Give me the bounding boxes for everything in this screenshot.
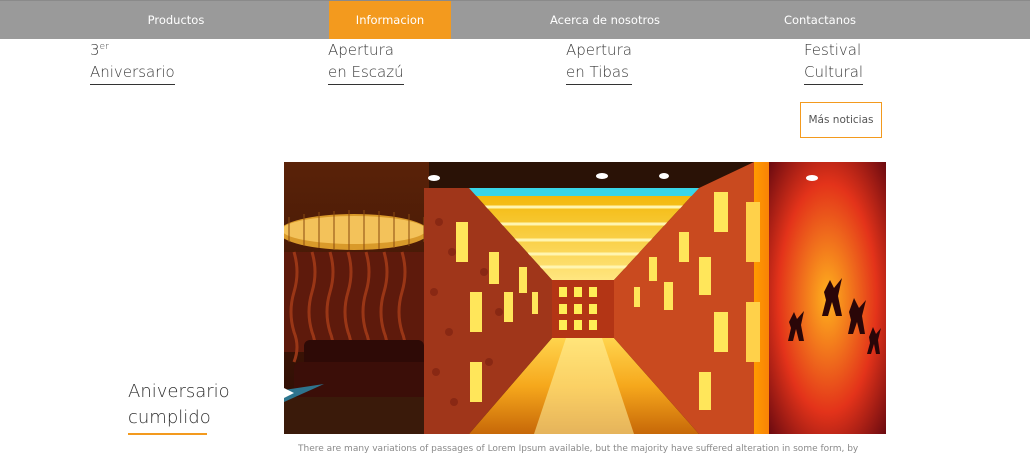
featured-image[interactable] — [284, 162, 886, 434]
news-title-line2: en Tibas — [566, 63, 629, 81]
featured-title-underline — [128, 433, 207, 435]
news-title-line2: Cultural — [804, 63, 864, 81]
news-link-tibas[interactable]: Apertura en Tibas — [566, 39, 632, 85]
featured-title-line1: Aniversario — [128, 381, 230, 402]
nav-item-contactanos[interactable]: Contactanos — [760, 1, 880, 39]
news-link-aniversario[interactable]: 3er Aniversario — [90, 39, 175, 85]
news-title-line2: Aniversario — [90, 63, 175, 81]
main-nav: Productos Informacion Acerca de nosotros… — [0, 0, 1030, 39]
news-title-line1: 3er — [90, 41, 109, 59]
nav-item-informacion[interactable]: Informacion — [329, 1, 451, 39]
featured-title-line2: cumplido — [128, 407, 211, 428]
more-news-button[interactable]: Más noticias — [800, 102, 882, 138]
news-link-festival[interactable]: Festival Cultural — [804, 39, 864, 85]
news-link-escazu[interactable]: Apertura en Escazú — [328, 39, 404, 85]
news-title-line1: Apertura — [328, 41, 394, 59]
news-title-line1: Apertura — [566, 41, 632, 59]
featured-title: Aniversario cumplido — [128, 379, 230, 431]
news-title-line1: Festival — [804, 41, 862, 59]
nav-item-acerca[interactable]: Acerca de nosotros — [530, 1, 680, 39]
featured-excerpt: There are many variations of passages of… — [298, 444, 859, 453]
nav-item-productos[interactable]: Productos — [100, 1, 252, 39]
news-title-line2: en Escazú — [328, 63, 404, 81]
